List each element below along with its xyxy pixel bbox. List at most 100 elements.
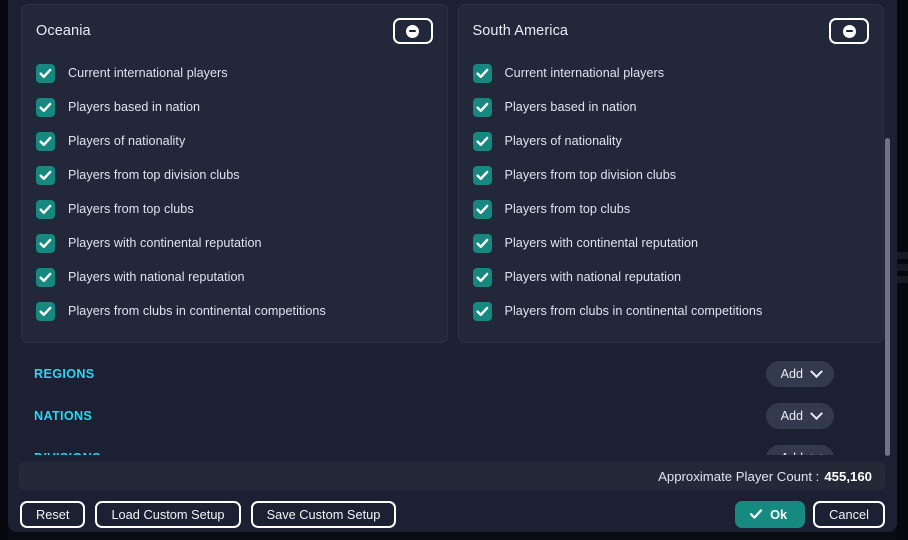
panel-header: South America [472,17,869,45]
checkbox-checked-icon[interactable] [36,97,55,117]
category-row-divisions: DIVISIONS Add [21,437,884,455]
checkbox-label: Current international players [68,66,228,80]
dialog-scroll-body[interactable]: Oceania Current international players Pl [8,0,897,455]
minus-circle-icon [842,24,856,38]
category-title: NATIONS [34,409,93,423]
checkbox-row[interactable]: Current international players [472,56,870,90]
checkbox-label: Players with national reputation [68,270,245,284]
right-edge-gutter [897,0,908,540]
ok-button[interactable]: Ok [735,500,806,528]
chevron-down-icon [810,406,823,420]
save-custom-setup-button[interactable]: Save Custom Setup [250,500,397,528]
panel-title: Oceania [36,23,91,39]
checkbox-label: Players with national reputation [504,270,682,284]
chevron-down-icon [810,448,823,455]
edge-marker [897,252,908,259]
checkbox-label: Current international players [504,66,665,80]
checkbox-checked-icon[interactable] [472,301,492,321]
minus-circle-icon [406,24,419,38]
footer-right-actions: Ok Cancel [735,500,885,528]
panel-header: Oceania [36,17,433,45]
checkbox-label: Players from top clubs [68,202,194,216]
ok-button-label: Ok [770,506,788,522]
player-database-setup-dialog: Oceania Current international players Pl [8,0,897,532]
panel-title: South America [472,23,569,39]
cancel-button[interactable]: Cancel [813,500,885,528]
checkbox-row[interactable]: Players of nationality [36,124,433,158]
checkbox-label: Players of nationality [68,134,186,148]
checkbox-label: Players of nationality [504,134,622,148]
checkbox-checked-icon[interactable] [36,267,55,287]
footer-left-actions: Reset Load Custom Setup Save Custom Setu… [20,500,397,528]
reset-button[interactable]: Reset [20,500,86,528]
player-count-bar: Approximate Player Count : 455,160 [19,462,885,490]
checkbox-checked-icon[interactable] [472,267,492,287]
checkbox-label: Players from clubs in continental compet… [504,304,763,318]
checkbox-checked-icon[interactable] [36,233,55,253]
edge-marker [897,276,908,283]
left-edge-gutter [0,0,8,540]
checkbox-checked-icon[interactable] [36,165,55,185]
checkbox-row[interactable]: Current international players [36,56,433,90]
checkbox-row[interactable]: Players with national reputation [36,260,433,294]
add-nations-button[interactable]: Add [765,403,834,429]
scrollbar-thumb[interactable] [885,138,890,456]
checkbox-label: Players based in nation [68,100,201,114]
checkbox-row[interactable]: Players from top division clubs [472,158,870,192]
checkbox-checked-icon[interactable] [36,301,55,321]
continent-panel-oceania: Oceania Current international players Pl [21,4,448,343]
category-row-regions: REGIONS Add [21,353,884,395]
continent-panel-south-america: South America Current international play… [457,4,884,343]
checkbox-row[interactable]: Players from top division clubs [36,158,433,192]
checkbox-label: Players from top division clubs [504,168,677,182]
category-list: REGIONS Add NATIONS Add DIVISIONS [8,343,897,455]
checkbox-checked-icon[interactable] [472,97,492,117]
vertical-scrollbar[interactable] [885,138,890,456]
checkbox-checked-icon[interactable] [472,165,492,185]
edge-marker [897,264,908,271]
option-list: Current international players Players ba… [472,56,870,328]
checkbox-label: Players from clubs in continental compet… [68,304,326,318]
checkbox-checked-icon[interactable] [36,131,55,151]
checkbox-row[interactable]: Players from top clubs [36,192,433,226]
checkbox-checked-icon[interactable] [472,233,492,253]
checkbox-row[interactable]: Players of nationality [472,124,870,158]
checkbox-row[interactable]: Players with national reputation [472,260,870,294]
checkbox-checked-icon[interactable] [472,199,492,219]
add-divisions-button[interactable]: Add [765,445,834,455]
category-title: DIVISIONS [21,451,101,455]
checkbox-checked-icon[interactable] [472,63,492,83]
dialog-footer: Reset Load Custom Setup Save Custom Setu… [8,496,897,532]
checkbox-checked-icon[interactable] [36,63,55,83]
checkbox-checked-icon[interactable] [472,131,492,151]
category-title: REGIONS [34,367,95,381]
check-icon [749,509,763,519]
add-button-label: Add [780,367,803,381]
continent-panels: Oceania Current international players Pl [8,0,897,343]
checkbox-row[interactable]: Players from clubs in continental compet… [36,294,433,328]
checkbox-row[interactable]: Players from top clubs [472,192,870,226]
player-count-label: Approximate Player Count : [658,468,820,484]
collapse-button[interactable] [392,18,433,44]
checkbox-label: Players based in nation [504,100,637,114]
checkbox-label: Players with continental reputation [68,236,262,250]
checkbox-row[interactable]: Players from clubs in continental compet… [472,294,870,328]
checkbox-label: Players with continental reputation [504,236,699,250]
app-root: Oceania Current international players Pl [0,0,908,540]
chevron-down-icon [810,364,823,378]
player-count-value: 455,160 [824,468,872,484]
collapse-button[interactable] [829,18,869,44]
checkbox-row[interactable]: Players with continental reputation [36,226,433,260]
add-button-label: Add [781,451,803,455]
option-list: Current international players Players ba… [36,56,433,328]
category-row-nations: NATIONS Add [21,395,884,437]
checkbox-checked-icon[interactable] [36,199,55,219]
add-button-label: Add [780,409,803,423]
load-custom-setup-button[interactable]: Load Custom Setup [95,500,241,528]
checkbox-label: Players from top division clubs [68,168,240,182]
checkbox-row[interactable]: Players based in nation [36,90,433,124]
checkbox-row[interactable]: Players with continental reputation [472,226,870,260]
add-regions-button[interactable]: Add [765,361,834,387]
checkbox-label: Players from top clubs [504,202,631,216]
checkbox-row[interactable]: Players based in nation [472,90,870,124]
